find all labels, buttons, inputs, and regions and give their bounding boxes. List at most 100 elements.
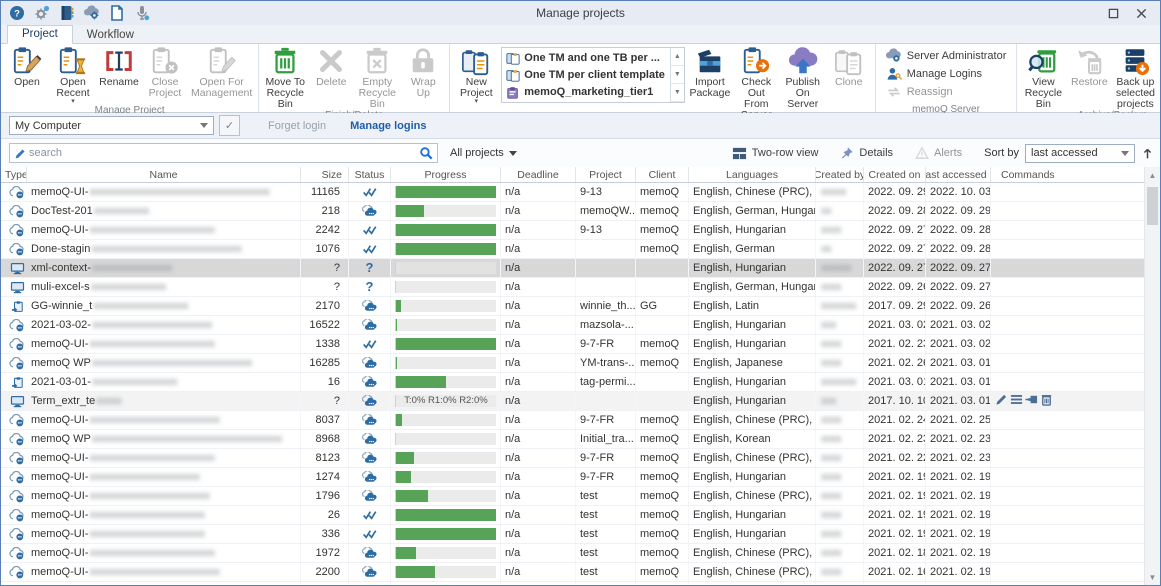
gallery-down-icon[interactable]: ▼ — [671, 66, 684, 84]
table-row[interactable]: DocTest-201xxxxxxxxxxx 218 ? n/a memoQW.… — [1, 202, 1144, 221]
tab-project[interactable]: Project — [7, 25, 73, 44]
project-scope-dropdown[interactable]: All projects — [450, 147, 517, 159]
forget-login-link[interactable]: Forget login — [268, 120, 326, 132]
help-icon[interactable]: ? — [9, 5, 25, 21]
gallery-up-icon[interactable]: ▲ — [671, 48, 684, 66]
table-row[interactable]: memoQ WPxxxxxxxxxxxxxxxxxxxxxxxxxxxxxxxx… — [1, 354, 1144, 373]
server-administrator-button[interactable]: Server Administrator — [881, 47, 1012, 65]
view-recycle-bin-button[interactable]: View Recycle Bin — [1020, 44, 1066, 110]
table-row[interactable]: memoQ-UI-xxxxxxxxxxxxxxxxxxxxxxx 26 ? n/… — [1, 506, 1144, 525]
table-row[interactable]: 2021-03-01-xxxxxxxxxxxxxxxxx 16 ? n/a ta… — [1, 373, 1144, 392]
open-command-icon[interactable] — [1025, 393, 1038, 409]
manage-logins-link[interactable]: Manage logins — [350, 120, 426, 132]
open-button[interactable]: Open — [4, 44, 50, 88]
check-out-from-server-button[interactable]: Check Out From Server — [733, 44, 780, 121]
template-item[interactable]: One TM and one TB per ... — [506, 51, 665, 65]
alerts-button[interactable]: Alerts — [915, 146, 962, 160]
table-row[interactable]: xml-context-xxxxxxxxxxxxxxxx ? ? n/a Eng… — [1, 259, 1144, 278]
gallery-more-icon[interactable]: ▼ — [671, 84, 684, 102]
connect-check-button[interactable]: ✓ — [219, 115, 240, 136]
reassign-button[interactable]: Reassign — [881, 83, 958, 101]
client-value — [636, 582, 689, 586]
import-package-button[interactable]: Import Package — [687, 44, 733, 99]
resource-console-icon[interactable] — [59, 5, 75, 21]
manage-logins-button[interactable]: Manage Logins — [881, 65, 987, 83]
move-to-recycle-bin-button[interactable]: Move To Recycle Bin — [262, 44, 308, 110]
rename-button[interactable]: Rename — [96, 44, 142, 88]
sort-dropdown[interactable]: last accessed — [1025, 144, 1135, 163]
column-header-name[interactable]: Name — [27, 167, 301, 182]
gallery-scrollbar[interactable]: ▲ ▼ ▼ — [670, 48, 684, 102]
table-row[interactable]: memoQ-UI-xxxxxxxxxxxxxxxxxxxxxxx 336 ? n… — [1, 525, 1144, 544]
project-name: memoQ-UI- — [31, 414, 88, 426]
progress-bar — [395, 528, 496, 540]
server-administrator-icon[interactable] — [84, 5, 100, 21]
restore-from-bin-button[interactable]: Restore — [1066, 44, 1112, 88]
maximize-button[interactable] — [1106, 6, 1120, 20]
open-recent-button[interactable]: Open Recent ▾ — [50, 44, 96, 105]
table-row[interactable]: GG-winnie_txxxxxxxxxxxxxxxxxxx 2170 ? n/… — [1, 297, 1144, 316]
table-row[interactable]: Term_extr_texxxxx ? ? T:0% R1:0% R2:0% n… — [1, 392, 1144, 411]
table-row[interactable]: mqm-cascadexxxxx ? ? n/a English, Hungar… — [1, 582, 1144, 586]
tab-workflow[interactable]: Workflow — [73, 27, 148, 44]
edit-command-icon[interactable] — [995, 393, 1008, 409]
deadline-value: n/a — [501, 430, 576, 448]
column-header-project[interactable]: Project — [576, 167, 636, 182]
two-row-view-button[interactable]: Two-row view — [732, 146, 819, 161]
scrollbar-thumb[interactable] — [1147, 187, 1158, 225]
column-header-deadline[interactable]: Deadline — [501, 167, 576, 182]
close-button[interactable] — [1134, 6, 1148, 20]
created-on-value: 2021. 02. 19. — [864, 582, 926, 586]
column-header-last-accessed[interactable]: Last accessed ▲ — [926, 167, 991, 182]
template-item[interactable]: memoQ_marketing_tier1 — [506, 85, 665, 99]
table-row[interactable]: memoQ-UI-xxxxxxxxxxxxxxxxxxxxxxxxx 1972 … — [1, 544, 1144, 563]
column-header-created-by[interactable]: Created by — [816, 167, 864, 182]
close-project-button[interactable]: Close Project — [142, 44, 188, 99]
scroll-down-icon[interactable]: ▼ — [1145, 569, 1160, 585]
document-icon[interactable] — [109, 5, 125, 21]
server-select[interactable]: My Computer — [9, 116, 214, 135]
search-field[interactable] — [9, 143, 438, 163]
clone-button[interactable]: Clone — [826, 44, 872, 88]
dictation-mic-icon[interactable] — [134, 5, 150, 21]
details-button[interactable]: Details — [840, 146, 893, 160]
column-header-client[interactable]: Client — [636, 167, 689, 182]
column-header-created-on[interactable]: Created on — [864, 167, 926, 182]
wrap-up-button[interactable]: Wrap Up — [400, 44, 446, 99]
column-header-status[interactable]: Status — [349, 167, 391, 182]
open-for-management-button[interactable]: Open For Management — [188, 44, 255, 99]
table-row[interactable]: memoQ-UI-xxxxxxxxxxxxxxxxxxxxxxxxxx 8037… — [1, 411, 1144, 430]
manage-command-icon[interactable] — [1010, 393, 1023, 409]
scroll-up-icon[interactable]: ▲ — [1145, 167, 1160, 183]
table-row[interactable]: 2021-03-02-xxxxxxxxxxxxxxxxxxxxxxxx 1652… — [1, 316, 1144, 335]
template-item[interactable]: One TM per client template — [506, 68, 665, 82]
recycle-command-icon[interactable] — [1040, 393, 1053, 409]
column-header-size[interactable]: Size — [301, 167, 349, 182]
table-row[interactable]: memoQ WPxxxxxxxxxxxxxxxxxxxxxxxxxxxxxxxx… — [1, 430, 1144, 449]
new-project-button[interactable]: New Project ▾ — [453, 44, 499, 105]
delete-button[interactable]: Delete — [308, 44, 354, 88]
table-row[interactable]: memoQ-UI-xxxxxxxxxxxxxxxxxxxxxxxxx 2242 … — [1, 221, 1144, 240]
table-row[interactable]: muli-excel-sxxxxxxxxxxxxxxx ? ? n/a Engl… — [1, 278, 1144, 297]
column-header-commands[interactable]: Commands — [991, 167, 1144, 182]
table-row[interactable]: memoQ-UI-xxxxxxxxxxxxxxxxxxxxxxxxxx 2200… — [1, 563, 1144, 582]
close-project-label: Close Project — [145, 77, 185, 99]
vertical-scrollbar[interactable]: ▲ ▼ — [1144, 167, 1160, 585]
collapse-ribbon-icon[interactable]: ⌃ — [1144, 91, 1152, 102]
search-icon[interactable] — [419, 146, 433, 160]
empty-recycle-bin-button[interactable]: Empty Recycle Bin — [354, 44, 400, 110]
table-row[interactable]: memoQ-UI-xxxxxxxxxxxxxxxxxxxxxx 1274 ? n… — [1, 468, 1144, 487]
table-row[interactable]: memoQ-UI-xxxxxxxxxxxxxxxxxxxxxxxxx 1338 … — [1, 335, 1144, 354]
table-row[interactable]: memoQ-UI-xxxxxxxxxxxxxxxxxxxxxxxxx 8123 … — [1, 449, 1144, 468]
table-row[interactable]: memoQ-UI-xxxxxxxxxxxxxxxxxxxxxxxx 1796 ?… — [1, 487, 1144, 506]
table-row[interactable]: Done-staginxxxxxxxxxxxxxxxxxxxxxxxxxxxxx… — [1, 240, 1144, 259]
open-for-management-icon — [207, 46, 237, 76]
table-row[interactable]: memoQ-UI-xxxxxxxxxxxxxxxxxxxxxxxxxxxxxxx… — [1, 183, 1144, 202]
publish-on-server-button[interactable]: Publish On Server — [780, 44, 826, 110]
column-header-type[interactable]: Type — [1, 167, 27, 182]
column-header-progress[interactable]: Progress — [391, 167, 501, 182]
column-header-languages[interactable]: Languages — [689, 167, 816, 182]
search-input[interactable] — [27, 146, 419, 160]
sort-direction-button[interactable] — [1141, 147, 1154, 160]
options-gear-icon[interactable] — [34, 5, 50, 21]
